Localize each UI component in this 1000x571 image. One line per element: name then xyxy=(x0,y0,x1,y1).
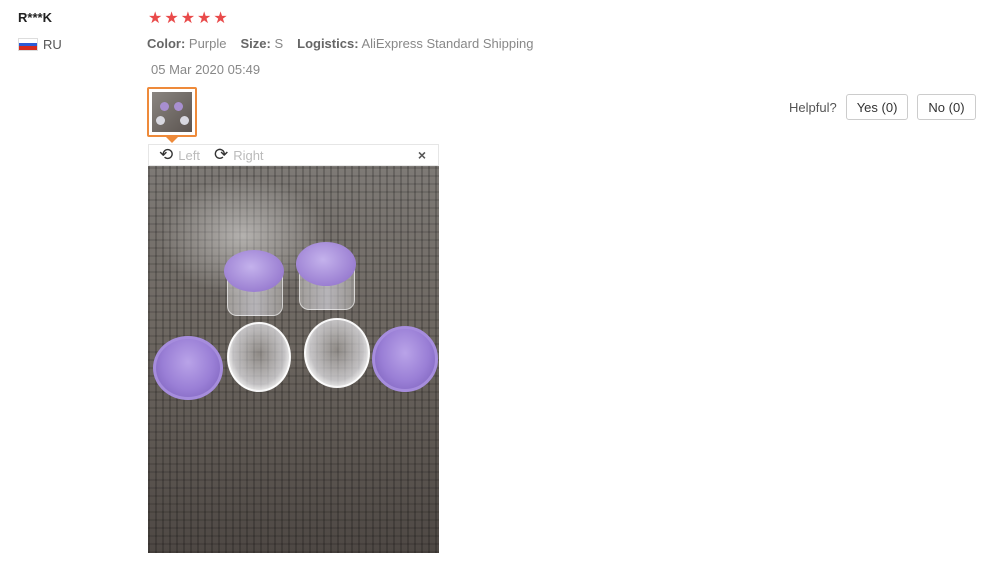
photo-clear-jar-left xyxy=(227,322,291,392)
order-info: Color: Purple Size: S Logistics: AliExpr… xyxy=(147,36,533,51)
helpful-yes-button[interactable]: Yes (0) xyxy=(845,94,909,120)
star-icon: ★ xyxy=(197,10,212,27)
helpful-label: Helpful? xyxy=(789,99,837,115)
star-icon: ★ xyxy=(148,10,163,27)
thumbnail-pointer xyxy=(166,137,178,143)
photo-jar-closed-left xyxy=(224,248,286,318)
helpful-no-button[interactable]: No (0) xyxy=(917,94,976,120)
country-code: RU xyxy=(43,37,62,52)
color-info: Color: Purple xyxy=(147,36,227,51)
review-photo-large xyxy=(148,166,439,553)
rotate-right-label: Right xyxy=(233,147,264,163)
russia-flag-icon xyxy=(18,38,38,51)
size-info: Size: S xyxy=(240,36,284,51)
rotate-right-icon: ⟳ xyxy=(213,145,229,164)
review-date: 05 Mar 2020 05:49 xyxy=(151,62,261,77)
review-photo-thumbnail[interactable] xyxy=(147,87,197,137)
photo-open-lid-right xyxy=(372,326,438,392)
star-icon: ★ xyxy=(164,10,179,27)
star-icon: ★ xyxy=(180,10,196,27)
rotate-right-button[interactable]: ⟳ Right xyxy=(213,145,264,164)
photo-jar-closed-right xyxy=(296,242,358,312)
thumbnail-image xyxy=(152,92,192,132)
buyer-country: RU xyxy=(18,37,62,52)
close-icon[interactable]: × xyxy=(418,147,426,163)
logistics-info: Logistics: AliExpress Standard Shipping xyxy=(297,36,534,51)
rotate-left-button[interactable]: ⟲ Left xyxy=(159,145,200,164)
buyer-name: R***K xyxy=(18,10,52,25)
helpful-section: Helpful? Yes (0) No (0) xyxy=(789,94,976,120)
photo-open-lid-left xyxy=(153,336,223,400)
photo-clear-jar-right xyxy=(304,318,370,388)
rotate-left-icon: ⟲ xyxy=(159,145,174,164)
rotate-left-label: Left xyxy=(178,147,200,163)
image-viewer-toolbar: ⟲ Left ⟳ Right × xyxy=(148,144,439,166)
star-rating: ★ ★ ★ ★ ★ xyxy=(148,10,228,28)
star-icon: ★ xyxy=(213,10,228,27)
